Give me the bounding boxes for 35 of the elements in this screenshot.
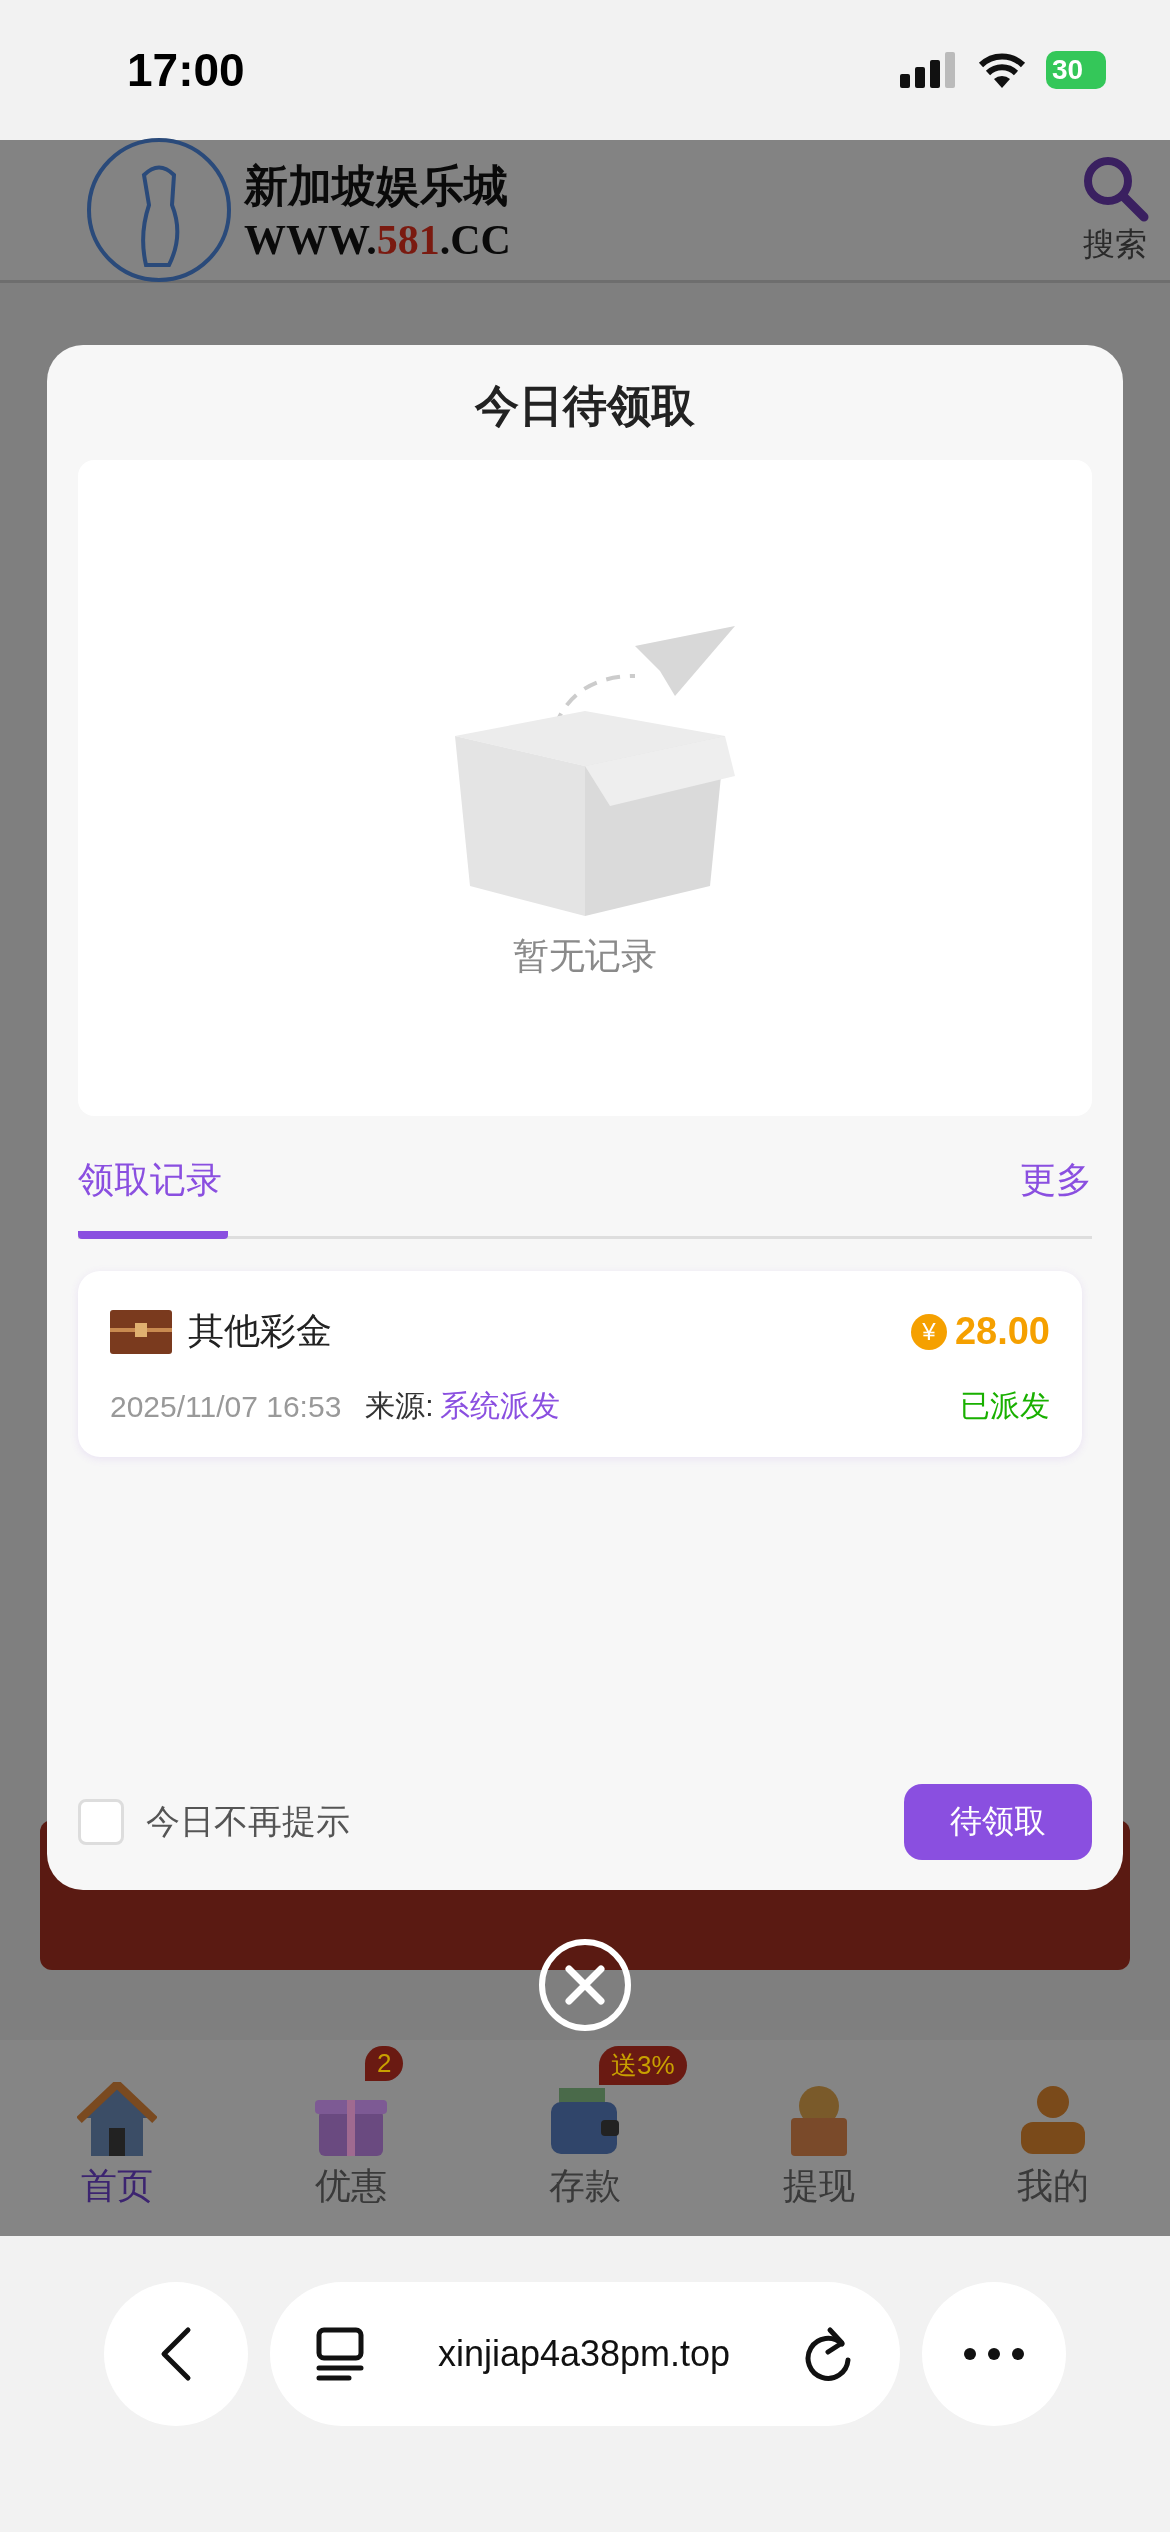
record-title: 其他彩金 — [188, 1309, 333, 1353]
record-time: 2025/11/07 16:53 — [110, 1389, 342, 1424]
records-tab[interactable]: 领取记录 — [78, 1156, 228, 1239]
claim-button[interactable]: 待领取 — [904, 1784, 1092, 1860]
nav-tab[interactable]: 提现 — [709, 2045, 929, 2211]
checkbox[interactable] — [78, 1799, 124, 1845]
logo-title: 新加坡娱乐城 — [244, 158, 509, 213]
more-link[interactable]: 更多 — [1020, 1156, 1092, 1205]
record-amount: 28.00 — [954, 1310, 1050, 1353]
nav-badge: 2 — [365, 2045, 404, 2081]
nav-tab[interactable]: 首页 — [7, 2045, 227, 2211]
search-label[interactable]: 搜索 — [1083, 223, 1147, 267]
wifi-icon — [978, 52, 1026, 88]
logo-url: WWW.581.CC — [244, 215, 511, 264]
url-text: xinjiap4a38pm.top — [437, 2333, 731, 2375]
empty-message: 暂无记录 — [513, 933, 657, 978]
more-icon — [963, 2347, 1025, 2361]
source-label: 来源: — [365, 1388, 434, 1424]
address-bar[interactable]: xinjiap4a38pm.top — [270, 2282, 900, 2426]
dialog-title: 今日待领取 — [475, 380, 695, 432]
nav-tab[interactable]: 2 优惠 — [241, 2045, 461, 2211]
nav-tab[interactable]: 我的 — [943, 2045, 1163, 2211]
nav-badge: 送3% — [599, 2045, 687, 2085]
page-menu-icon[interactable] — [316, 2327, 364, 2381]
nav-tab[interactable]: 送3% 存款 — [475, 2045, 695, 2211]
record-status: 已派发 — [960, 1388, 1050, 1424]
signal-icon — [900, 52, 958, 88]
close-icon[interactable] — [538, 1938, 632, 2032]
checkbox-label[interactable]: 今日不再提示 — [146, 1799, 904, 1845]
source-value: 系统派发 — [439, 1388, 561, 1424]
battery-indicator: 30 — [1046, 51, 1106, 89]
status-time: 17:00 — [127, 43, 245, 97]
coin-icon: ¥ — [910, 1313, 947, 1350]
chest-icon — [110, 1309, 172, 1354]
house-icon — [77, 2081, 157, 2158]
